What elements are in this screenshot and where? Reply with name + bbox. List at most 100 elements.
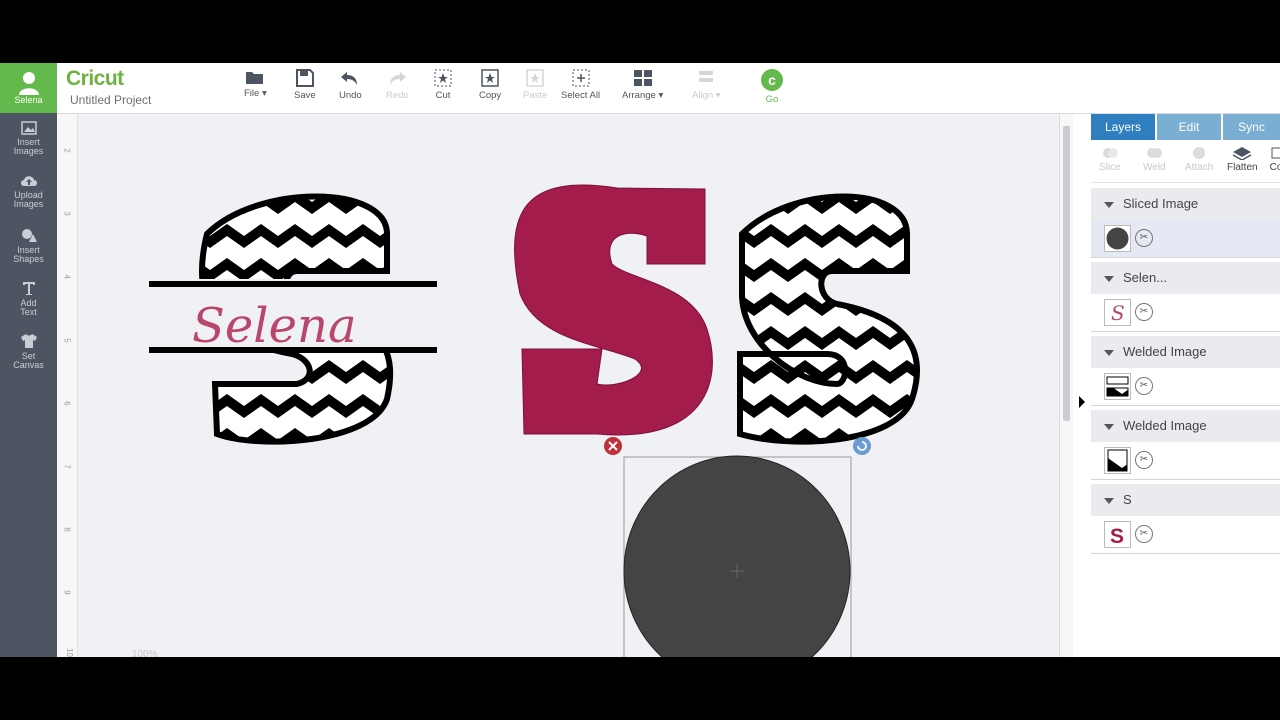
sidebar-label: Text [20, 307, 37, 317]
cricut-design-space-app: Selena Insert Images Upload Images Inser… [0, 63, 1280, 657]
redo-button[interactable]: Redo [386, 69, 409, 101]
maroon-s-shape[interactable] [514, 184, 713, 436]
scissors-icon[interactable]: ✂ [1135, 229, 1153, 247]
layers-panel: Layers Edit Sync Slice Weld Attach Flatt… [1091, 114, 1280, 657]
collapse-triangle-icon[interactable] [1104, 276, 1114, 282]
sidebar-insert-images[interactable]: Insert Images [0, 121, 57, 156]
panel-tabs: Layers Edit Sync [1091, 114, 1280, 140]
attach-icon [1193, 147, 1206, 159]
tool-label: Undo [339, 90, 362, 101]
layer-row[interactable]: S ✂ [1091, 294, 1280, 332]
arrange-icon [633, 70, 652, 86]
panel-toggle[interactable] [1073, 114, 1091, 657]
tool-label: Align [692, 90, 714, 101]
slice-button[interactable]: Slice [1099, 146, 1121, 173]
layer-thumbnail [1104, 373, 1131, 400]
tool-label: Attach [1185, 162, 1214, 173]
layer-name: Welded Image [1123, 418, 1207, 433]
arrange-menu[interactable]: Arrange ▾ [622, 69, 663, 101]
chevron-s-shape[interactable] [737, 193, 921, 445]
layer-group-header[interactable]: Sliced Image [1091, 188, 1280, 220]
tool-label: Weld [1143, 162, 1166, 173]
cloud-upload-icon [20, 176, 37, 186]
tool-label: Paste [523, 90, 548, 101]
contour-icon [1271, 147, 1280, 159]
sidebar-label: Images [13, 199, 44, 209]
undo-icon [341, 72, 358, 85]
contour-button[interactable]: Co [1269, 146, 1280, 173]
sidebar-upload-images[interactable]: Upload Images [0, 174, 57, 209]
layer-name: Selen... [1123, 270, 1168, 285]
file-menu[interactable]: File ▾ [244, 69, 267, 99]
scissors-icon[interactable]: ✂ [1135, 525, 1153, 543]
collapse-triangle-icon[interactable] [1104, 350, 1114, 356]
tool-label: File [244, 88, 260, 99]
collapse-triangle-icon[interactable] [1104, 498, 1114, 504]
tab-sync[interactable]: Sync [1223, 114, 1280, 140]
scrollbar-thumb[interactable] [1063, 126, 1070, 421]
redo-icon [390, 72, 407, 85]
weld-button[interactable]: Weld [1143, 146, 1166, 173]
folder-icon [246, 72, 264, 84]
undo-button[interactable]: Undo [339, 69, 362, 101]
top-toolbar: Cricut Untitled Project File ▾ Save Undo… [57, 63, 1280, 114]
user-menu[interactable]: Selena [0, 63, 57, 113]
sidebar-label: Canvas [13, 360, 44, 370]
sidebar-insert-shapes[interactable]: Insert Shapes [0, 227, 57, 264]
layer-group-header[interactable]: Welded Image [1091, 336, 1280, 368]
tab-layers[interactable]: Layers [1091, 114, 1155, 140]
attach-button[interactable]: Attach [1185, 146, 1213, 173]
align-menu[interactable]: Align ▾ [692, 69, 721, 101]
layer-group-header[interactable]: Selen... [1091, 262, 1280, 294]
canvas-scrollbar[interactable] [1059, 114, 1074, 657]
tab-edit[interactable]: Edit [1157, 114, 1221, 140]
scissors-icon[interactable]: ✂ [1135, 451, 1153, 469]
weld-icon [1147, 148, 1163, 158]
layer-row[interactable]: ✂ [1091, 368, 1280, 406]
user-name: Selena [14, 95, 43, 105]
copy-button[interactable]: Copy [479, 69, 501, 101]
rotate-handle-icon[interactable] [853, 437, 871, 455]
tool-label: Copy [479, 90, 502, 101]
selena-script-text[interactable]: Selena [192, 298, 357, 354]
select-all-button[interactable]: Select All [561, 69, 600, 101]
layer-thumbnail [1104, 447, 1131, 474]
paste-button[interactable]: Paste [523, 69, 547, 101]
image-icon [20, 121, 37, 135]
go-icon: c [761, 69, 783, 91]
sidebar-add-text[interactable]: Add Text [0, 280, 57, 317]
cut-button[interactable]: Cut [434, 69, 452, 101]
save-icon [295, 69, 314, 87]
scissors-icon[interactable]: ✂ [1135, 377, 1153, 395]
svg-text:S: S [1110, 525, 1124, 547]
collapse-triangle-icon[interactable] [1104, 424, 1114, 430]
layer-name: S [1123, 492, 1132, 507]
cricut-logo: Cricut [66, 67, 124, 90]
flatten-button[interactable]: Flatten [1227, 146, 1258, 173]
layer-thumbnail: S [1104, 521, 1131, 548]
layer-row[interactable]: ✂ [1091, 220, 1280, 258]
collapse-triangle-icon[interactable] [1104, 202, 1114, 208]
design-canvas[interactable]: 2 3 4 5 6 7 8 9 10 Selena 100% [57, 114, 1059, 657]
save-button[interactable]: Save [294, 69, 316, 101]
layer-group-header[interactable]: S [1091, 484, 1280, 516]
go-button[interactable]: c Go [761, 69, 783, 105]
tool-label: Arrange [622, 90, 656, 101]
layer-row[interactable]: S ✂ [1091, 516, 1280, 554]
copy-icon [481, 69, 499, 87]
tool-label: Select All [561, 90, 601, 101]
layer-thumbnail [1104, 225, 1131, 252]
cut-icon [434, 69, 452, 87]
circle-shape[interactable] [623, 455, 851, 657]
project-title[interactable]: Untitled Project [70, 93, 151, 107]
layer-group-header[interactable]: Welded Image [1091, 410, 1280, 442]
align-icon [699, 71, 714, 82]
layer-tools: Slice Weld Attach Flatten Co [1091, 142, 1280, 183]
layer-row[interactable]: ✂ [1091, 442, 1280, 480]
scissors-icon[interactable]: ✂ [1135, 303, 1153, 321]
sidebar-set-canvas[interactable]: Set Canvas [0, 333, 57, 370]
tool-label: Save [294, 90, 316, 101]
sidebar-label: Shapes [13, 254, 44, 264]
tool-label: Flatten [1227, 162, 1258, 173]
tool-label: Redo [386, 90, 409, 101]
